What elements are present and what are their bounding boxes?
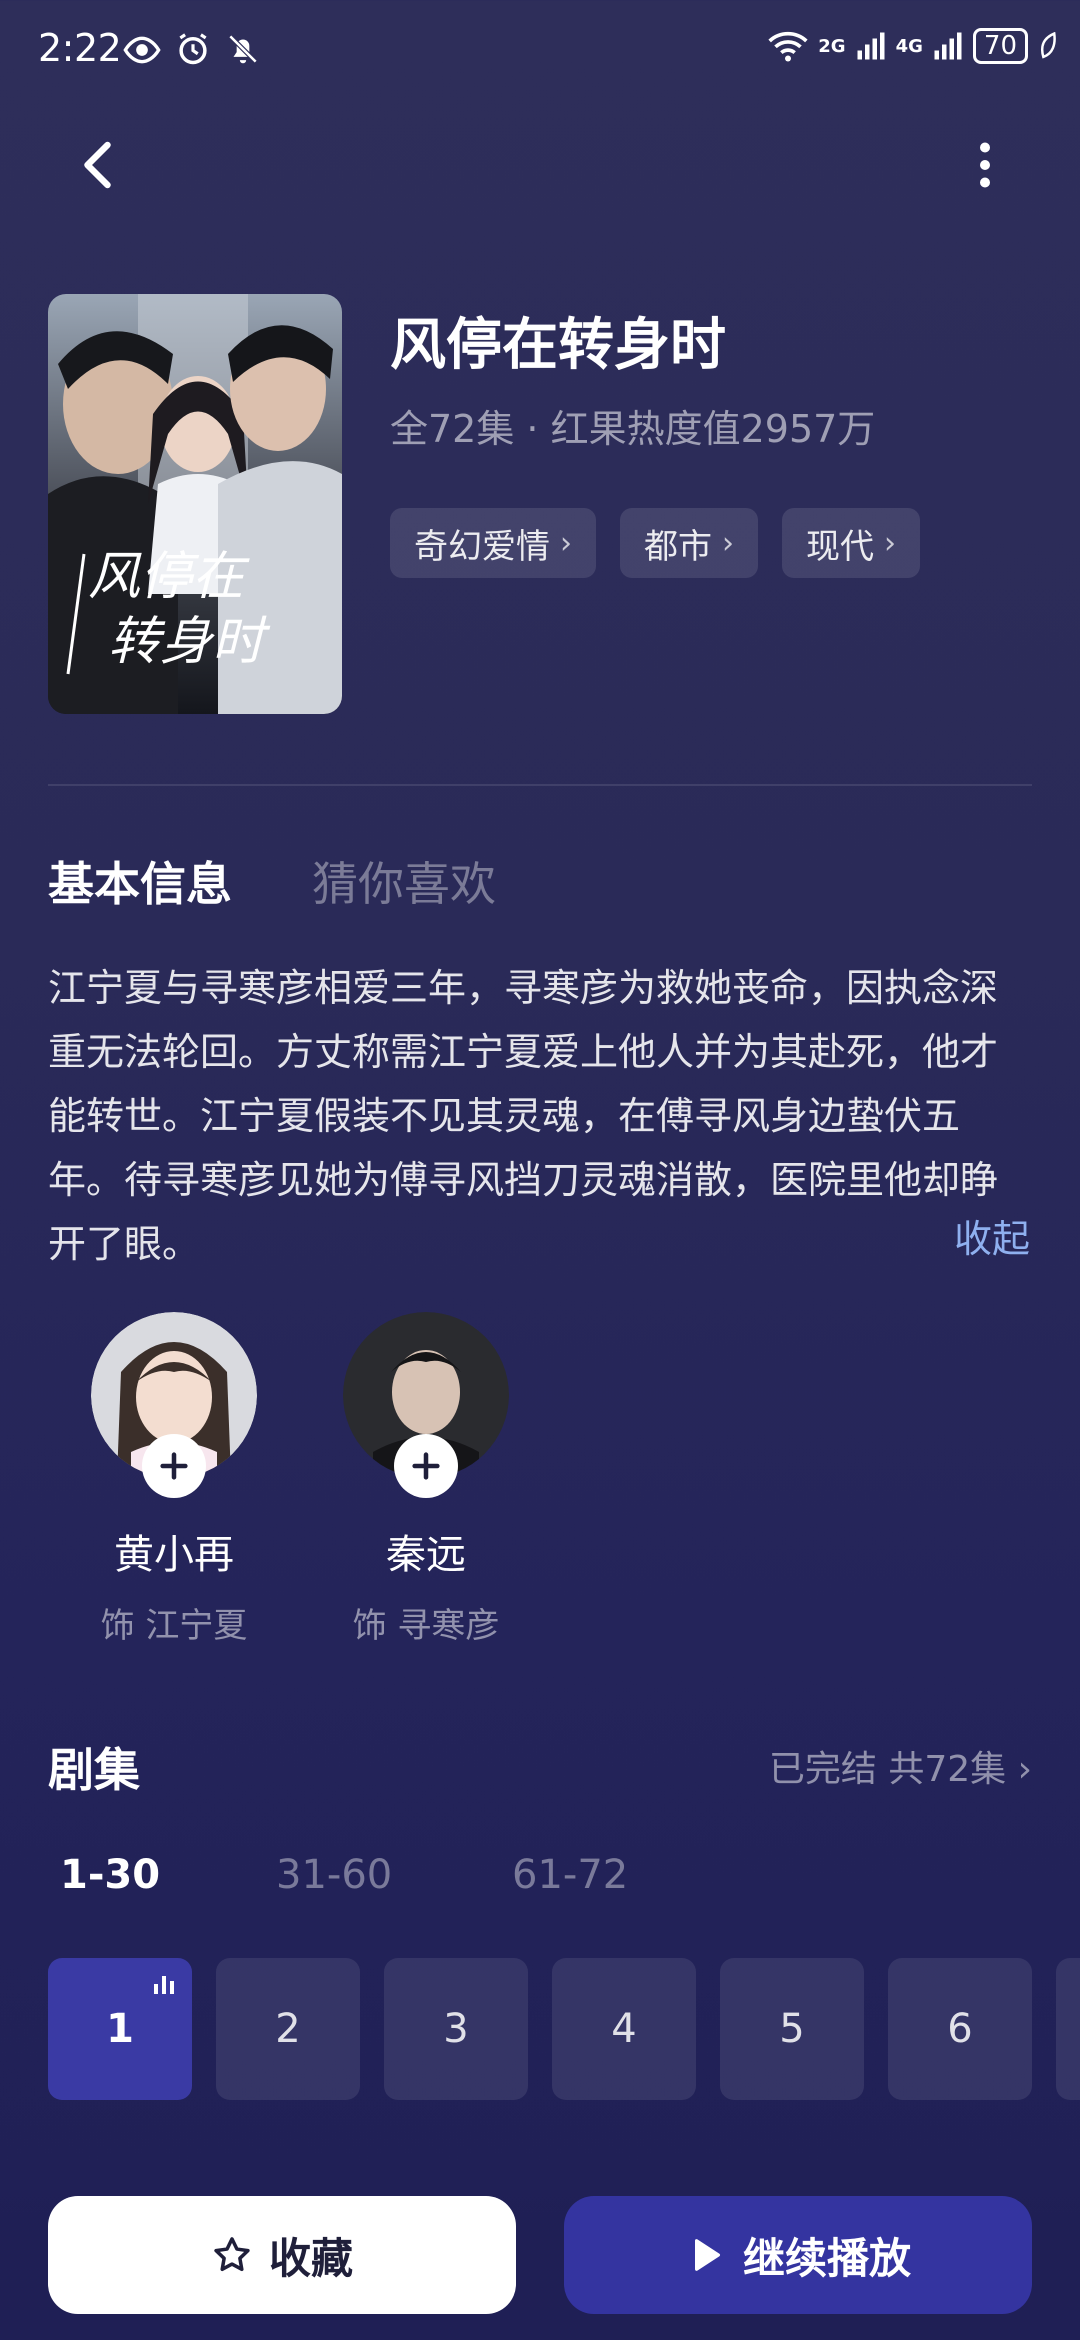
chevron-right-icon: › [722,525,734,561]
episode-item-1[interactable]: 1 [48,1958,192,2100]
chevron-right-icon: › [884,525,896,561]
divider [48,784,1032,786]
drama-subtitle: 全72集 · 红果热度值2957万 [390,407,876,451]
follow-button[interactable] [394,1434,458,1498]
signal-icon-2 [934,32,962,60]
tag-label: 现代 [806,526,874,567]
episode-number: 5 [779,2006,805,2052]
range-tab-3[interactable]: 61-72 [512,1852,628,1898]
episodes-status: 已完结 共72集 [768,1749,1007,1790]
tag-label: 奇幻爱情 [414,526,550,567]
episode-item-peek[interactable] [1056,1958,1080,2100]
wifi-icon [768,31,808,62]
tag-modern[interactable]: 现代 › [782,508,920,578]
star-icon [214,2237,250,2272]
favorite-label: 收藏 [268,2233,353,2283]
episodes-status-link[interactable]: 已完结 共72集 › [769,1740,1032,1792]
more-vertical-icon [980,142,990,188]
network-2g-label: 2G [818,35,846,57]
follow-button[interactable] [142,1434,206,1498]
tab-recommend[interactable]: 猜你喜欢 [312,848,496,914]
tag-urban[interactable]: 都市 › [620,508,758,578]
signal-icon [857,32,885,60]
back-button[interactable] [70,135,130,195]
chevron-left-icon [84,141,111,189]
status-left-icons [122,30,262,70]
continue-play-button[interactable]: 继续播放 [564,2196,1032,2314]
status-time: 2:22 [38,26,122,70]
favorite-button[interactable]: 收藏 [48,2196,516,2314]
svg-text:风停在: 风停在 [88,547,250,607]
episode-number: 1 [106,2006,134,2052]
leaf-icon [1040,32,1056,59]
actor-role: 饰 江宁夏 [100,1606,248,1646]
avatar[interactable] [91,1312,257,1498]
actor-name: 秦远 [386,1532,466,1578]
chevron-right-icon: › [560,525,572,561]
episode-item-5[interactable]: 5 [720,1958,864,2100]
svg-text:转身时: 转身时 [108,612,271,672]
battery-level: 70 [972,28,1028,64]
tag-list: 奇幻爱情 › 都市 › 现代 › [390,508,920,578]
tab-basic-info[interactable]: 基本信息 [48,848,232,914]
cast-item[interactable]: 黄小再 饰 江宁夏 [74,1312,274,1647]
range-tab-2[interactable]: 31-60 [276,1852,392,1898]
status-right: 2G 4G 70 [768,28,1058,64]
range-tab-1[interactable]: 1-30 [60,1852,160,1898]
more-button[interactable] [955,135,1015,195]
plus-icon [412,1452,440,1480]
episode-item-4[interactable]: 4 [552,1958,696,2100]
cast-item[interactable]: 秦远 饰 寻寒彦 [326,1312,526,1647]
episode-grid: 1 2 3 4 5 6 [48,1958,1032,2100]
alarm-icon [179,33,207,65]
actor-role: 饰 寻寒彦 [352,1606,500,1646]
actor-name: 黄小再 [114,1532,234,1578]
drama-poster[interactable]: 风停在 转身时 [48,294,342,714]
episode-number: 2 [275,2006,301,2052]
episodes-title: 剧集 [48,1743,140,1797]
eye-icon [123,36,161,64]
synopsis-text: 江宁夏与寻寒彦相爱三年，寻寒彦为救她丧命，因执念深重无法轮回。方丈称需江宁夏爱上… [48,966,999,1266]
tag-label: 都市 [644,526,712,567]
episode-item-2[interactable]: 2 [216,1958,360,2100]
avatar[interactable] [343,1312,509,1498]
play-icon [694,2239,720,2271]
network-4g-label: 4G [895,35,923,57]
tag-fantasy-romance[interactable]: 奇幻爱情 › [390,508,596,578]
episode-number: 6 [947,2006,973,2052]
drama-title: 风停在转身时 [390,313,726,378]
episode-item-3[interactable]: 3 [384,1958,528,2100]
bell-off-icon [228,34,258,64]
episode-number: 4 [611,2006,637,2052]
plus-icon [160,1452,188,1480]
continue-label: 继续播放 [742,2233,911,2283]
playing-indicator-icon [154,1976,174,1994]
chevron-right-icon: › [1017,1749,1032,1790]
episode-number: 3 [443,2006,469,2052]
episode-item-6[interactable]: 6 [888,1958,1032,2100]
collapse-link[interactable]: 收起 [954,1208,1030,1263]
